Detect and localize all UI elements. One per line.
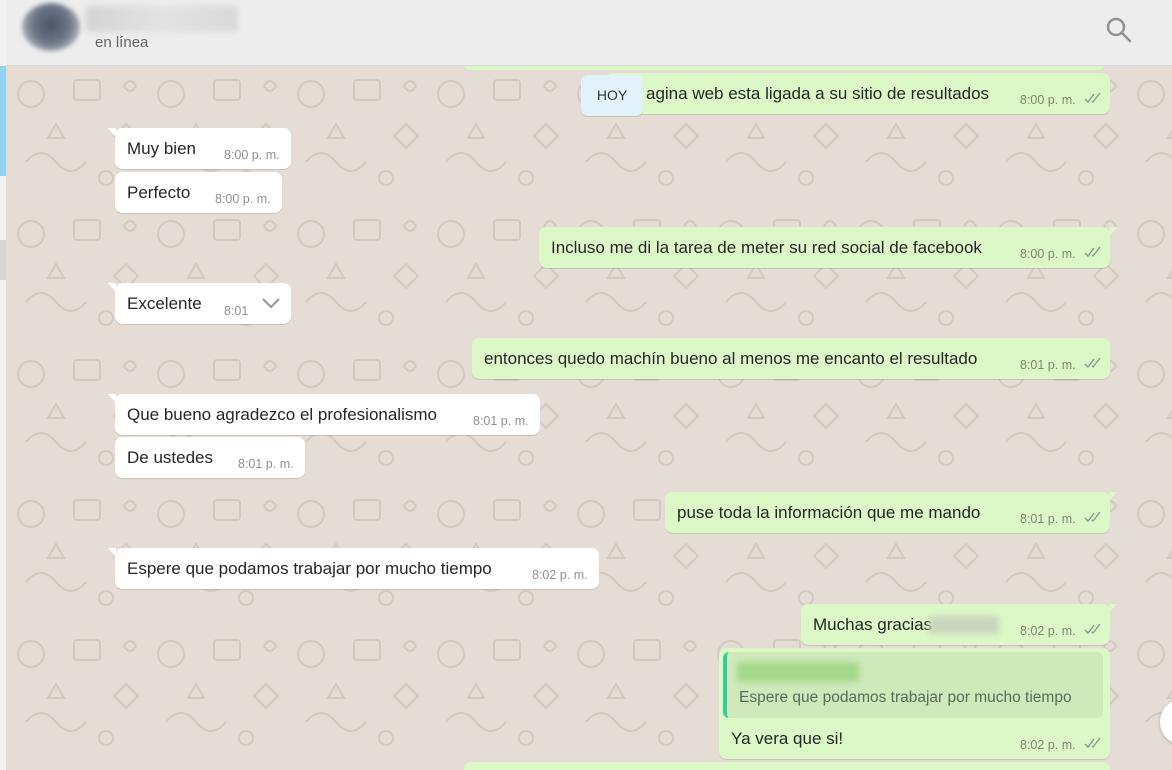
read-ticks-icon <box>1084 246 1101 258</box>
contact-status: en línea <box>95 34 149 51</box>
message-text: Muchas gracias <box>813 615 933 634</box>
message-outgoing[interactable]: Incluso me di la tarea de meter su red s… <box>539 227 1117 268</box>
search-icon <box>1106 17 1132 43</box>
bubble-tail <box>108 283 116 292</box>
message-time: 8:01 p. m. <box>238 457 294 471</box>
bubble-tail <box>1109 604 1117 613</box>
message-text: Incluso me di la tarea de meter su red s… <box>551 238 982 257</box>
message-time: 8:00 p. m. <box>1020 93 1076 107</box>
message-incoming[interactable]: Muy bien 8:00 p. m. <box>108 128 291 169</box>
message-incoming[interactable]: Excelente 8:01 <box>108 283 291 324</box>
read-ticks-icon <box>1084 623 1101 635</box>
message-text: Perfecto <box>127 183 191 202</box>
message-time: 8:01 p. m. <box>473 414 529 428</box>
message-outgoing[interactable]: Muchas gracias 8:02 p. m. <box>801 604 1117 645</box>
message-time: 8:00 p. m. <box>215 192 271 206</box>
message-outgoing[interactable]: entonces quedo machín bueno al menos me … <box>472 338 1110 379</box>
message-time: 8:01 p. m. <box>1020 512 1076 526</box>
avatar[interactable] <box>22 3 80 51</box>
message-time: 8:00 p. m. <box>1020 247 1076 261</box>
contact-name-redacted <box>929 616 999 634</box>
search-button[interactable] <box>1102 14 1136 46</box>
message-time: 8:01 <box>224 304 249 318</box>
message-text: Espere que podamos trabajar por mucho ti… <box>127 559 492 578</box>
read-ticks-icon <box>1084 511 1101 523</box>
message-outgoing-reply[interactable]: Espere que podamos trabajar por mucho ti… <box>719 648 1110 759</box>
bubble-tail <box>108 394 116 403</box>
message-incoming[interactable]: Perfecto 8:00 p. m. <box>115 172 282 213</box>
contact-name[interactable] <box>86 6 238 32</box>
message-time: 8:02 p. m. <box>1020 738 1076 752</box>
read-ticks-icon <box>1084 92 1101 104</box>
message-text: Que bueno agradezco el profesionalismo <box>127 405 437 424</box>
message-incoming[interactable]: Espere que podamos trabajar por mucho ti… <box>108 548 599 589</box>
bubble-tail <box>1109 227 1117 236</box>
chat-panel: en línea HOY agina web esta ligada a su … <box>6 0 1172 770</box>
date-divider: HOY <box>581 75 643 116</box>
message-text: De ustedes <box>127 448 213 467</box>
quoted-message[interactable]: Espere que podamos trabajar por mucho ti… <box>723 652 1103 718</box>
message-time: 8:02 p. m. <box>1020 624 1076 638</box>
message-text: Muy bien <box>127 139 196 158</box>
bubble-tail <box>1109 492 1117 501</box>
message-text: Excelente <box>127 294 202 313</box>
bubble-tail <box>108 128 116 137</box>
bubble-tail <box>108 548 116 557</box>
read-ticks-icon <box>1084 357 1101 369</box>
message-text: puse toda la información que me mando <box>677 503 981 522</box>
message-time: 8:02 p. m. <box>532 568 588 582</box>
chat-header: en línea <box>6 0 1172 66</box>
read-ticks-icon <box>1084 737 1101 749</box>
quoted-text: Espere que podamos trabajar por mucho ti… <box>739 689 1072 706</box>
message-text: Ya vera que si! <box>731 729 844 748</box>
message-outgoing[interactable]: puse toda la información que me mando 8:… <box>665 492 1117 533</box>
chevron-down-icon[interactable] <box>260 295 282 313</box>
quoted-author-redacted <box>737 662 859 682</box>
message-outgoing-partial <box>464 762 1110 770</box>
message-incoming[interactable]: Que bueno agradezco el profesionalismo 8… <box>108 394 540 435</box>
message-outgoing[interactable]: agina web esta ligada a su sitio de resu… <box>606 73 1110 114</box>
message-text: entonces quedo machín bueno al menos me … <box>484 349 978 368</box>
message-text: agina web esta ligada a su sitio de resu… <box>646 84 990 103</box>
message-time: 8:00 p. m. <box>224 148 280 162</box>
message-incoming[interactable]: De ustedes 8:01 p. m. <box>115 437 305 478</box>
message-time: 8:01 p. m. <box>1020 358 1076 372</box>
